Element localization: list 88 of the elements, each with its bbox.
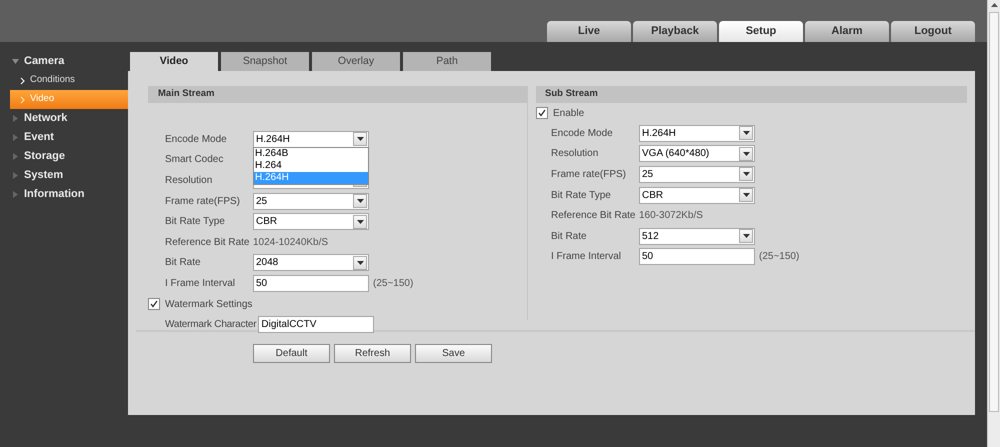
chevron-right-icon — [20, 96, 25, 104]
field-label: Frame rate(FPS) — [165, 194, 242, 209]
range-hint: (25~150) — [373, 276, 414, 291]
sub-tab[interactable]: Path — [403, 52, 491, 71]
checkbox[interactable] — [148, 298, 160, 310]
field-label: Bit Rate — [551, 230, 588, 244]
dropdown-arrow-button[interactable] — [353, 194, 367, 208]
checkbox[interactable] — [536, 107, 548, 119]
field-label: Encode Mode — [551, 126, 614, 141]
nav-tab[interactable]: Playback — [633, 21, 717, 42]
dropdown-arrow-button[interactable] — [739, 188, 753, 202]
scroll-up-arrow-icon[interactable] — [990, 2, 998, 8]
nav-tab[interactable]: Logout — [891, 21, 975, 42]
caret-icon — [742, 172, 750, 176]
section-header: Main Stream — [148, 86, 527, 103]
input-field[interactable]: DigitalCCTV — [258, 316, 374, 334]
action-button[interactable]: Save — [415, 344, 492, 363]
select-field[interactable]: 25 — [639, 166, 755, 183]
reference-value: 160-3072Kb/S — [639, 209, 703, 224]
checkbox-label: Watermark Settings — [165, 298, 252, 312]
nav-tab[interactable]: Setup — [719, 21, 803, 42]
field-label: Watermark Character — [165, 318, 256, 332]
dropdown-arrow-button[interactable] — [739, 126, 753, 140]
nav-tab[interactable]: Alarm — [805, 21, 889, 42]
sidebar-item[interactable]: System — [0, 166, 128, 185]
select-field[interactable]: 2048 — [253, 254, 369, 272]
sub-tab[interactable]: Overlay — [312, 52, 400, 71]
field-label: Bit Rate — [165, 256, 202, 270]
field-label: Frame rate(FPS) — [551, 168, 628, 182]
field-label: Smart Codec — [165, 153, 224, 168]
field-label: Bit Rate Type — [551, 188, 612, 203]
field-label: Resolution — [165, 174, 214, 188]
check-icon — [538, 109, 546, 117]
dropdown-arrow-button[interactable] — [353, 132, 367, 146]
sidebar-item[interactable]: Event — [0, 128, 128, 147]
input-field[interactable]: 50 — [639, 248, 755, 266]
triangle-right-icon — [12, 172, 19, 179]
action-button[interactable]: Default — [253, 344, 330, 363]
caret-icon — [356, 199, 364, 204]
caret-icon — [356, 220, 364, 224]
select-field[interactable]: VGA (640*480) — [639, 145, 755, 162]
triangle-right-icon — [12, 115, 19, 122]
reference-value: 1024-10240Kb/S — [253, 236, 328, 250]
select-field[interactable]: H.264H — [253, 130, 369, 148]
field-label: Resolution — [551, 147, 600, 162]
caret-icon — [742, 152, 750, 156]
chevron-right-icon — [20, 76, 25, 84]
select-field[interactable]: H.264H — [639, 124, 755, 142]
triangle-right-icon — [12, 191, 19, 198]
sidebar-item[interactable]: Network — [0, 109, 128, 128]
select-field[interactable]: 25 — [253, 192, 369, 210]
dropdown-arrow-button[interactable] — [353, 256, 367, 270]
select-field[interactable]: CBR — [253, 213, 369, 230]
sub-tab[interactable]: Snapshot — [221, 52, 309, 71]
field-label: Encode Mode — [165, 132, 228, 147]
sidebar-subitem[interactable]: Conditions — [10, 71, 128, 90]
dropdown-option[interactable]: H.264 — [254, 160, 368, 172]
field-label: I Frame Interval — [165, 276, 236, 291]
sidebar-item[interactable]: Information — [0, 185, 128, 204]
nav-tab[interactable]: Live — [547, 21, 631, 42]
action-button[interactable]: Refresh — [334, 344, 411, 363]
checkbox-label: Enable — [553, 106, 584, 120]
select-field[interactable]: 512 — [639, 228, 755, 245]
section-header: Sub Stream — [536, 86, 967, 103]
input-field[interactable]: 50 — [253, 274, 369, 292]
dropdown-arrow-button[interactable] — [353, 214, 367, 229]
select-field[interactable]: CBR — [639, 186, 755, 204]
field-label: Bit Rate Type — [165, 215, 226, 230]
dropdown-arrow-button[interactable] — [739, 229, 753, 244]
dropdown-arrow-button[interactable] — [739, 167, 753, 182]
triangle-down-icon — [12, 58, 19, 65]
caret-icon — [742, 131, 750, 136]
caret-icon — [356, 260, 364, 265]
sidebar-item[interactable]: Camera — [0, 52, 128, 71]
field-label: I Frame Interval — [551, 250, 622, 264]
field-label: Reference Bit Rate — [551, 209, 636, 224]
sidebar-item[interactable]: Storage — [0, 147, 128, 166]
caret-icon — [742, 234, 750, 238]
field-label: Reference Bit Rate — [165, 236, 250, 250]
caret-icon — [356, 137, 364, 142]
triangle-right-icon — [12, 134, 19, 141]
range-hint: (25~150) — [759, 250, 800, 264]
sub-tab[interactable]: Video — [130, 52, 218, 71]
triangle-right-icon — [12, 153, 19, 160]
check-icon — [150, 300, 158, 308]
dropdown-option[interactable]: H.264B — [254, 148, 368, 160]
caret-icon — [742, 193, 750, 198]
dropdown-arrow-button[interactable] — [739, 146, 753, 161]
